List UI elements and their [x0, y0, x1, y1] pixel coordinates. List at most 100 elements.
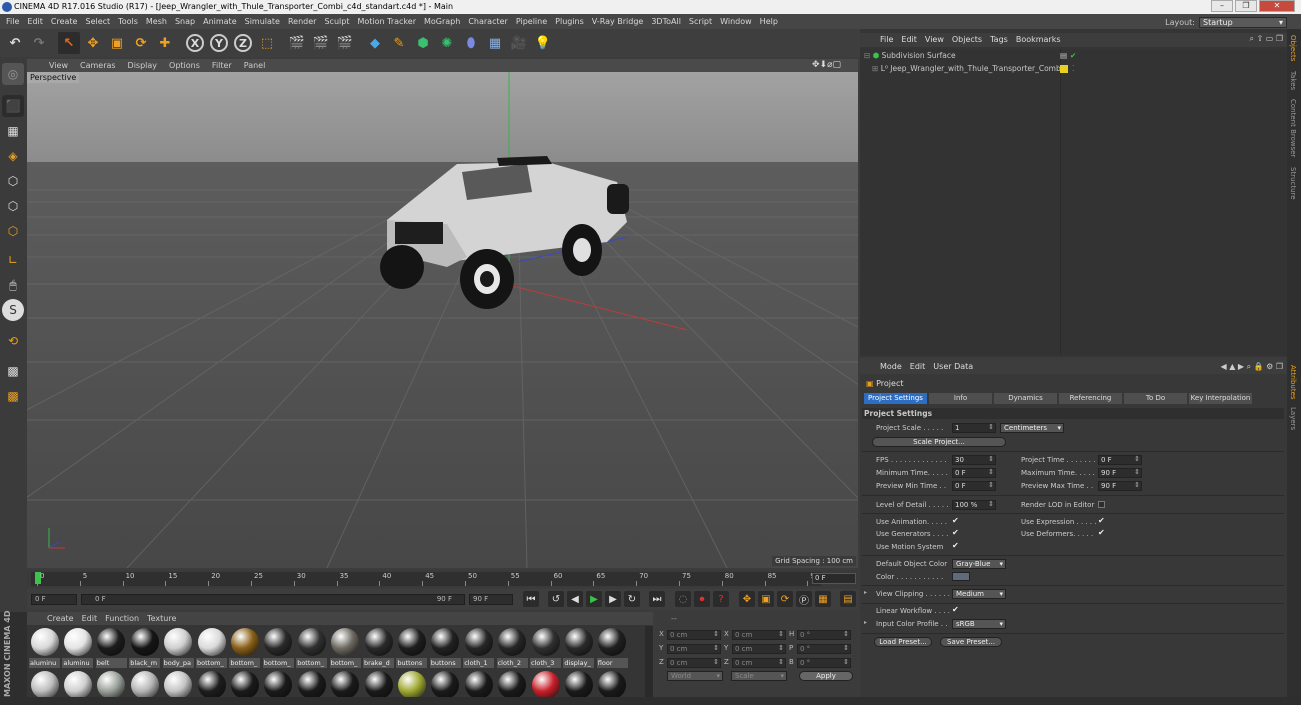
menu-select[interactable]: Select	[81, 14, 114, 29]
collapse-arrow-icon[interactable]: ▸	[864, 619, 867, 626]
material-swatch[interactable]: cloth_1	[463, 627, 495, 668]
preview-min-field[interactable]: 0 F	[952, 481, 996, 491]
visibility-dots-icon[interactable]: ▤	[1060, 51, 1067, 60]
menu-help[interactable]: Help	[756, 14, 782, 29]
menu-pipeline[interactable]: Pipeline	[512, 14, 551, 29]
attribute-menu-user-data[interactable]: User Data	[929, 360, 977, 374]
scale-icon[interactable]: ▣	[106, 32, 128, 54]
layout-dropdown[interactable]: Startup	[1199, 16, 1287, 28]
timeline-layout-icon[interactable]: ▤	[840, 591, 856, 607]
menu-edit[interactable]: Edit	[23, 14, 47, 29]
coord-value-field[interactable]: 0 cm	[667, 644, 721, 654]
coord-value-field[interactable]: 0 °	[797, 644, 851, 654]
autokey-icon[interactable]: ?	[713, 591, 729, 607]
timeline-ruler[interactable]: 051015202530354045505560657075808590 0 F	[27, 570, 858, 588]
go-to-end-icon[interactable]: ⏭	[649, 591, 665, 607]
next-frame-icon[interactable]: ▶	[605, 591, 621, 607]
coord-value-field[interactable]: 0 cm	[732, 658, 786, 668]
object-menu-tags[interactable]: Tags	[986, 33, 1012, 47]
fps-field[interactable]: 30	[952, 455, 996, 465]
material-scrollbar[interactable]	[645, 626, 653, 705]
keyframe-icon[interactable]: ◌	[675, 591, 691, 607]
preview-max-field[interactable]: 90 F	[1098, 481, 1142, 491]
material-swatch[interactable]: cloth_2	[496, 627, 528, 668]
preview-range-slider[interactable]: 0 F 90 F	[81, 594, 465, 605]
enabled-check-icon[interactable]: ✔	[1070, 51, 1076, 60]
floor-icon[interactable]: ▦	[484, 32, 506, 54]
menu-tools[interactable]: Tools	[114, 14, 142, 29]
layer-color-swatch[interactable]	[1060, 65, 1068, 73]
current-frame-field[interactable]: 0 F	[31, 594, 77, 605]
max-frame-field[interactable]: 90 F	[469, 594, 513, 605]
model-mode-icon[interactable]: ⬛	[2, 95, 24, 117]
object-menu-edit[interactable]: Edit	[897, 33, 921, 47]
menu-mograph[interactable]: MoGraph	[420, 14, 464, 29]
coord-mode-dropdown[interactable]: World	[667, 671, 723, 681]
y-axis-button[interactable]: Y	[208, 32, 230, 54]
lod-field[interactable]: 100 %	[952, 500, 996, 510]
locked-workplane-icon[interactable]: ▩	[2, 385, 24, 407]
project-scale-unit-dropdown[interactable]: Centimeters	[1000, 423, 1064, 433]
prev-key-icon[interactable]: ↺	[548, 591, 564, 607]
use-generators-checkbox[interactable]: ✔	[952, 528, 959, 537]
attribute-menu-mode[interactable]: Mode	[876, 360, 906, 374]
go-to-start-icon[interactable]: ⏮	[523, 591, 539, 607]
render-picture-viewer-icon[interactable]: 🎬	[310, 32, 332, 54]
use-motion-checkbox[interactable]: ✔	[952, 541, 959, 550]
key-position-icon[interactable]: ✥	[739, 591, 755, 607]
menu-plugins[interactable]: Plugins	[551, 14, 588, 29]
move-icon[interactable]: ✥	[82, 32, 104, 54]
light-icon[interactable]: 💡	[532, 32, 554, 54]
menu-render[interactable]: Render	[284, 14, 320, 29]
expand-icon[interactable]: ⊟	[864, 51, 870, 60]
tree-item[interactable]: ⊟ ⬢ Subdivision Surface ▤ ✔	[864, 51, 1284, 62]
rotate-icon[interactable]: ⟳	[130, 32, 152, 54]
deformer-icon[interactable]: ⬮	[460, 32, 482, 54]
workplane-icon[interactable]: ◈	[2, 145, 24, 167]
texture-mode-icon[interactable]: ▦	[2, 120, 24, 142]
attr-tab-key-interpolation[interactable]: Key Interpolation	[1189, 393, 1252, 404]
max-time-field[interactable]: 90 F	[1098, 468, 1142, 478]
material-swatch[interactable]: body_pa	[162, 627, 194, 668]
use-deformers-checkbox[interactable]: ✔	[1098, 528, 1105, 537]
use-animation-checkbox[interactable]: ✔	[952, 516, 959, 525]
apply-button[interactable]: Apply	[799, 671, 853, 681]
view-clipping-dropdown[interactable]: Medium	[952, 589, 1006, 599]
last-tool-icon[interactable]: ✚	[154, 32, 176, 54]
material-swatch[interactable]: bottom_	[196, 627, 227, 668]
material-swatch[interactable]: buttons	[429, 627, 461, 668]
subdivision-icon[interactable]: ⬢	[412, 32, 434, 54]
viewport-menu-options[interactable]: Options	[163, 59, 206, 72]
minimize-button[interactable]: –	[1211, 0, 1233, 12]
play-icon[interactable]: ▶	[586, 591, 602, 607]
scale-project-button[interactable]: Scale Project...	[872, 437, 1006, 447]
workplane-grid-icon[interactable]: ▩	[2, 360, 24, 382]
viewport-menu-panel[interactable]: Panel	[238, 59, 272, 72]
menu-simulate[interactable]: Simulate	[241, 14, 284, 29]
edges-mode-icon[interactable]: ⬡	[2, 195, 24, 217]
attribute-menu-edit[interactable]: Edit	[906, 360, 930, 374]
tab-layers[interactable]: Layers	[1289, 407, 1297, 430]
tab-objects[interactable]: Objects	[1289, 35, 1297, 61]
points-mode-icon[interactable]: ⬡	[2, 170, 24, 192]
timeline-end-field[interactable]: 0 F	[812, 573, 856, 584]
axis-mode-icon[interactable]: ∟	[2, 249, 24, 271]
menu-window[interactable]: Window	[716, 14, 756, 29]
coord-value-field[interactable]: 0 cm	[732, 644, 786, 654]
material-swatch[interactable]: brake_d	[363, 627, 394, 668]
z-axis-button[interactable]: Z	[232, 32, 254, 54]
visibility-dots-icon[interactable]: ⁚	[1072, 64, 1074, 73]
material-swatch[interactable]: display_	[563, 627, 595, 668]
material-swatch[interactable]: bottom_	[296, 627, 328, 668]
coord-value-field[interactable]: 0 cm	[667, 658, 721, 668]
object-menu-file[interactable]: File	[876, 33, 897, 47]
menu-create[interactable]: Create	[47, 14, 82, 29]
menu-file[interactable]: File	[2, 14, 23, 29]
key-rotation-icon[interactable]: ⟳	[777, 591, 793, 607]
save-preset-button[interactable]: Save Preset...	[940, 637, 1002, 647]
render-settings-icon[interactable]: 🎬	[334, 32, 356, 54]
close-button[interactable]: ✕	[1259, 0, 1295, 12]
material-swatch[interactable]: floor	[596, 627, 628, 668]
timeline-frames[interactable]: 051015202530354045505560657075808590	[31, 572, 821, 586]
menu-motion-tracker[interactable]: Motion Tracker	[353, 14, 420, 29]
